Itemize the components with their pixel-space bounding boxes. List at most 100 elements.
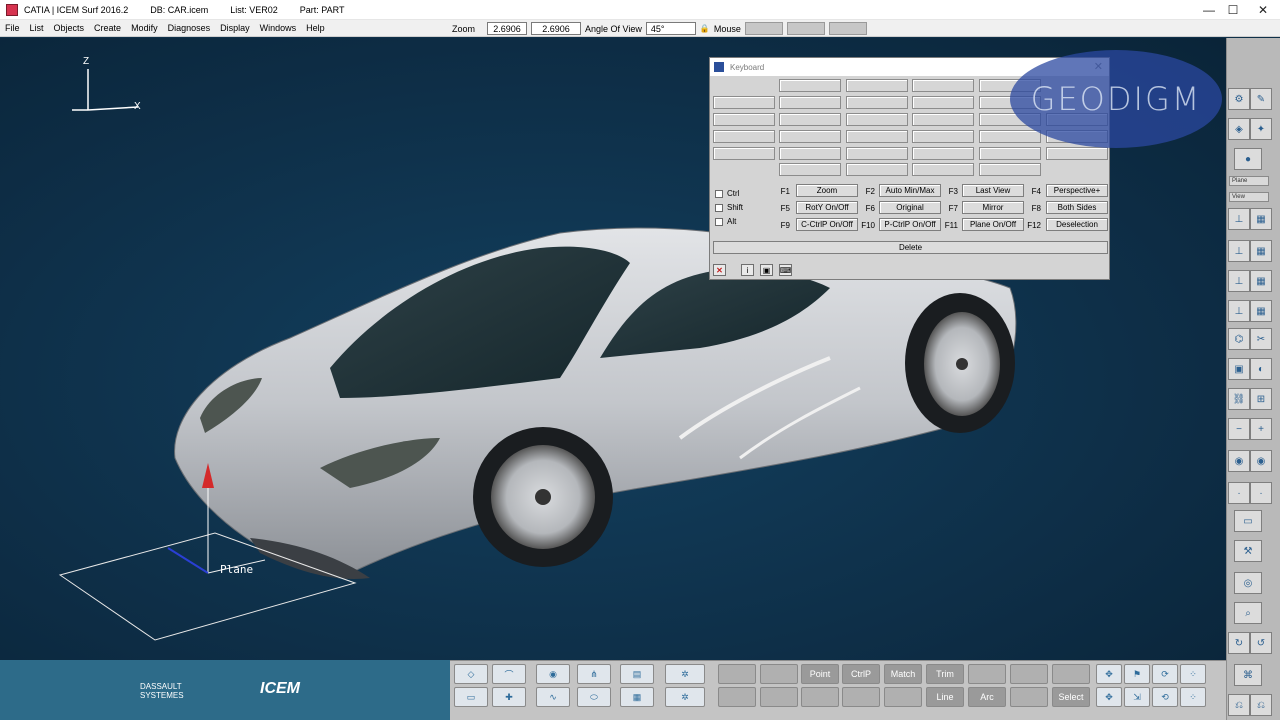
empty-button[interactable] [801,687,839,707]
globe-icon[interactable]: ◎ [1234,572,1262,594]
mesh-icon[interactable]: ⊞ [1250,388,1272,410]
menu-list[interactable]: List [25,23,49,33]
curve-icon[interactable]: ⌒ [492,664,526,684]
p-ctrlp-toggle-button[interactable]: P-CtrlP On/Off [879,218,941,231]
lock-icon[interactable]: 🔒 [700,24,710,33]
curve-edit-icon[interactable]: ∿ [536,687,570,707]
blank-key[interactable] [713,96,775,109]
car-model[interactable] [174,227,1017,579]
blank-key[interactable] [713,130,775,143]
blank-key[interactable] [912,147,974,160]
blank-key[interactable] [846,113,908,126]
dots-icon[interactable]: ⁘ [1180,664,1206,684]
path-icon[interactable]: ↺ [1250,632,1272,654]
keyboard-icon[interactable]: ⌨ [779,264,792,276]
both-sides-button[interactable]: Both Sides [1046,201,1108,214]
ctrlp-button[interactable]: CtrlP [842,664,880,684]
empty-button[interactable] [1010,664,1048,684]
empty-button[interactable] [884,687,922,707]
last-view-button[interactable]: Last View [962,184,1024,197]
snowflake-icon[interactable]: ✲ [665,687,705,707]
c-ctrlp-toggle-button[interactable]: C-CtrlP On/Off [796,218,858,231]
angle-field[interactable]: 45° [645,22,696,35]
blank-key[interactable] [713,147,775,160]
empty-button[interactable] [718,664,756,684]
blank-key[interactable] [779,79,841,92]
maximize-button[interactable]: ☐ [1216,0,1250,20]
empty-button[interactable] [968,664,1006,684]
checkbox-box[interactable] [715,203,723,212]
layers-icon[interactable]: ▤ [620,664,654,684]
shift-checkbox[interactable]: Shift [715,203,743,212]
menu-help[interactable]: Help [301,23,330,33]
menu-create[interactable]: Create [89,23,126,33]
menu-diagnoses[interactable]: Diagnoses [163,23,216,33]
plus-icon[interactable]: + [1250,418,1272,440]
blank-key[interactable] [912,130,974,143]
tool-icon[interactable]: ⎌ [1250,694,1272,716]
trim-button[interactable]: Trim [926,664,964,684]
eye-icon[interactable]: ◉ [1228,450,1250,472]
zoom-fkey-button[interactable]: Zoom [796,184,858,197]
tools-icon[interactable]: ⚒ [1234,540,1262,562]
menu-objects[interactable]: Objects [49,23,90,33]
original-button[interactable]: Original [879,201,941,214]
grid-icon[interactable]: ▦ [1250,300,1272,322]
point-button[interactable]: Point [801,664,839,684]
blank-key[interactable] [846,130,908,143]
blank-key[interactable] [846,96,908,109]
blank-key[interactable] [912,113,974,126]
scale-icon[interactable]: ⇲ [1124,687,1150,707]
edit-icon[interactable]: ✎ [1250,88,1272,110]
rotate-icon[interactable]: ⟲ [1152,687,1178,707]
settings-icon[interactable]: ⚙ [1228,88,1250,110]
axis-icon[interactable]: ⊥ [1228,270,1250,292]
plane-toggle-button[interactable]: Plane On/Off [962,218,1024,231]
dots-icon[interactable]: ⁘ [1180,687,1206,707]
zoom-icon[interactable]: ⌕ [1234,602,1262,624]
checkbox-box[interactable] [715,217,723,226]
plane-select[interactable]: Plane [1229,176,1269,186]
cube-icon[interactable]: ◈ [1228,118,1250,140]
window-icon[interactable]: ▣ [760,264,773,276]
shade-icon[interactable]: ◐ [1250,358,1272,380]
delete-button[interactable]: Delete [713,241,1108,254]
axis-icon[interactable]: ⊥ [1228,240,1250,262]
blank-key[interactable] [713,113,775,126]
grid-icon[interactable]: ▦ [1250,208,1272,230]
point-icon[interactable]: · [1250,482,1272,504]
close-button[interactable]: ✕ [1246,0,1280,20]
alt-checkbox[interactable]: Alt [715,217,736,226]
ctrl-checkbox[interactable]: Ctrl [715,189,739,198]
blank-key[interactable] [979,163,1041,176]
folder-icon[interactable]: ▭ [454,687,488,707]
sphere-icon[interactable]: ● [1234,148,1262,170]
mirror-button[interactable]: Mirror [962,201,1024,214]
line-button[interactable]: Line [926,687,964,707]
move-icon[interactable]: ✥ [1096,664,1122,684]
empty-button[interactable] [842,687,880,707]
blank-key[interactable] [846,79,908,92]
blank-key[interactable] [846,163,908,176]
rectangle-icon[interactable]: ▭ [1234,510,1262,532]
blank-key[interactable] [912,163,974,176]
box-icon[interactable]: ▣ [1228,358,1250,380]
zoom-field-1[interactable]: 2.6906 [487,22,528,35]
blank-key[interactable] [912,96,974,109]
blank-key[interactable] [779,163,841,176]
info-icon[interactable]: i [741,264,754,276]
blank-key[interactable] [912,79,974,92]
empty-button[interactable] [718,687,756,707]
grid-icon[interactable]: ▦ [1250,270,1272,292]
menu-file[interactable]: File [0,23,25,33]
path-icon[interactable]: ↻ [1228,632,1250,654]
split-icon[interactable]: ✚ [492,687,526,707]
spray-icon[interactable]: ⌬ [1228,328,1250,350]
select-button[interactable]: Select [1052,687,1090,707]
point-icon[interactable]: · [1228,482,1250,504]
grid-icon[interactable]: ▦ [1250,240,1272,262]
checkbox-box[interactable] [715,189,723,198]
empty-button[interactable] [1052,664,1090,684]
empty-button[interactable] [760,687,798,707]
deselection-button[interactable]: Deselection [1046,218,1108,231]
